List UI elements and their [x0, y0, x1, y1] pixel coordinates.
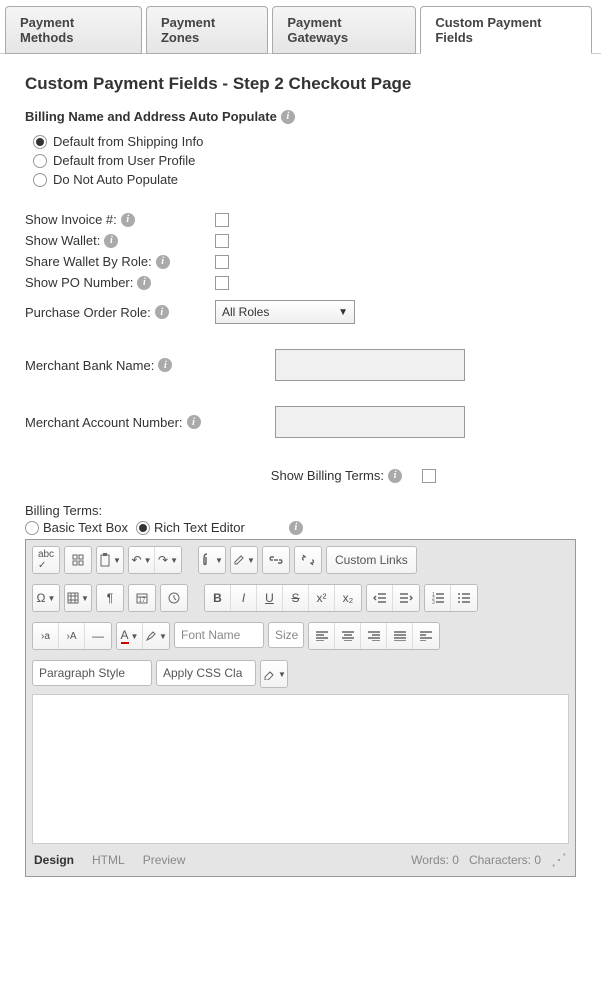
info-icon[interactable]: i [289, 521, 303, 535]
paragraph-style-input[interactable]: Paragraph Style [32, 660, 152, 686]
po-role-label: Purchase Order Role: [25, 305, 151, 320]
omega-icon[interactable]: Ω▼ [33, 585, 59, 611]
font-color-icon[interactable]: A▼ [117, 623, 143, 649]
show-wallet-label: Show Wallet: [25, 233, 100, 248]
editor-content[interactable] [32, 694, 569, 844]
show-invoice-checkbox[interactable] [215, 213, 229, 227]
paste-icon[interactable]: ▼ [97, 547, 123, 573]
strike-icon[interactable]: S [283, 585, 309, 611]
find-icon[interactable] [65, 547, 91, 573]
italic-icon[interactable]: I [231, 585, 257, 611]
paragraph-icon[interactable]: ¶ [97, 585, 123, 611]
resize-grip-icon[interactable]: ⋰ [551, 850, 567, 870]
editor-tab-preview[interactable]: Preview [143, 853, 186, 867]
page-title: Custom Payment Fields - Step 2 Checkout … [25, 74, 576, 94]
radio-rich-text-label: Rich Text Editor [154, 520, 245, 535]
custom-links-button[interactable]: Custom Links [327, 547, 416, 573]
tab-custom-payment-fields[interactable]: Custom Payment Fields [420, 6, 592, 54]
bold-icon[interactable]: B [205, 585, 231, 611]
svg-text:3: 3 [432, 600, 435, 604]
merchant-bank-input[interactable] [275, 349, 465, 381]
tabs: Payment Methods Payment Zones Payment Ga… [0, 0, 601, 54]
word-count: Words: 0 [411, 853, 459, 867]
link-icon[interactable] [263, 547, 289, 573]
underline-icon[interactable]: U [257, 585, 283, 611]
attach-icon[interactable]: ▼ [199, 547, 225, 573]
font-size-input[interactable]: Size [268, 622, 304, 648]
radio-none[interactable] [33, 173, 47, 187]
info-icon[interactable]: i [187, 415, 201, 429]
redo-icon[interactable]: ↷▼ [155, 547, 181, 573]
editor-tab-html[interactable]: HTML [92, 853, 125, 867]
info-icon[interactable]: i [281, 110, 295, 124]
billing-terms-label: Billing Terms: [25, 503, 576, 518]
tab-payment-gateways[interactable]: Payment Gateways [272, 6, 416, 54]
tab-payment-zones[interactable]: Payment Zones [146, 6, 268, 54]
info-icon[interactable]: i [104, 234, 118, 248]
align-justify-icon[interactable] [387, 623, 413, 649]
clock-icon[interactable] [161, 585, 187, 611]
show-invoice-label: Show Invoice #: [25, 212, 117, 227]
show-po-checkbox[interactable] [215, 276, 229, 290]
font-name-input[interactable]: Font Name [174, 622, 264, 648]
info-icon[interactable]: i [121, 213, 135, 227]
align-left-icon[interactable] [309, 623, 335, 649]
spellcheck-icon[interactable]: abc✓ [33, 547, 59, 573]
po-role-value: All Roles [222, 305, 269, 319]
unordered-list-icon[interactable] [451, 585, 477, 611]
radio-basic-text-label: Basic Text Box [43, 520, 128, 535]
apply-css-input[interactable]: Apply CSS Cla [156, 660, 256, 686]
radio-basic-text[interactable] [25, 521, 39, 535]
chevron-down-icon: ▼ [338, 307, 348, 318]
ordered-list-icon[interactable]: 123 [425, 585, 451, 611]
indent-icon[interactable] [393, 585, 419, 611]
svg-text:17: 17 [139, 598, 146, 604]
align-right-icon[interactable] [361, 623, 387, 649]
show-po-label: Show PO Number: [25, 275, 133, 290]
char-count: Characters: 0 [469, 853, 541, 867]
edit-icon[interactable]: ▼ [231, 547, 257, 573]
outdent-icon[interactable] [367, 585, 393, 611]
info-icon[interactable]: i [388, 469, 402, 483]
radio-profile-label: Default from User Profile [53, 153, 195, 168]
tab-payment-methods[interactable]: Payment Methods [5, 6, 142, 54]
radio-none-label: Do Not Auto Populate [53, 172, 178, 187]
merchant-account-input[interactable] [275, 406, 465, 438]
align-center-icon[interactable] [335, 623, 361, 649]
po-role-select[interactable]: All Roles ▼ [215, 300, 355, 324]
align-none-icon[interactable] [413, 623, 439, 649]
superscript-icon[interactable]: x² [309, 585, 335, 611]
table-icon[interactable]: ▼ [65, 585, 91, 611]
share-wallet-label: Share Wallet By Role: [25, 254, 152, 269]
show-billing-terms-checkbox[interactable] [422, 469, 436, 483]
editor-tab-design[interactable]: Design [34, 853, 74, 867]
unlink-icon[interactable] [295, 547, 321, 573]
editor-toolbar: abc✓ ▼ ↶▼ ↷▼ ▼ ▼ Custom Links Ω▼ ▼ ¶ 17 [26, 540, 575, 694]
radio-shipping[interactable] [33, 135, 47, 149]
radio-shipping-label: Default from Shipping Info [53, 134, 203, 149]
radio-rich-text[interactable] [136, 521, 150, 535]
merchant-bank-label: Merchant Bank Name: [25, 358, 154, 373]
rtl-icon[interactable]: ›A [59, 623, 85, 649]
highlight-icon[interactable]: ▼ [143, 623, 169, 649]
autopop-radio-group: Default from Shipping Info Default from … [25, 134, 576, 187]
share-wallet-checkbox[interactable] [215, 255, 229, 269]
ltr-icon[interactable]: ›a [33, 623, 59, 649]
undo-icon[interactable]: ↶▼ [129, 547, 155, 573]
merchant-account-label: Merchant Account Number: [25, 415, 183, 430]
hr-icon[interactable]: — [85, 623, 111, 649]
autopop-title: Billing Name and Address Auto Populate [25, 109, 277, 124]
subscript-icon[interactable]: x₂ [335, 585, 361, 611]
show-wallet-checkbox[interactable] [215, 234, 229, 248]
eraser-icon[interactable]: ▼ [261, 661, 287, 687]
calendar-icon[interactable]: 17 [129, 585, 155, 611]
info-icon[interactable]: i [156, 255, 170, 269]
info-icon[interactable]: i [158, 358, 172, 372]
rich-text-editor: abc✓ ▼ ↶▼ ↷▼ ▼ ▼ Custom Links Ω▼ ▼ ¶ 17 [25, 539, 576, 877]
radio-profile[interactable] [33, 154, 47, 168]
info-icon[interactable]: i [155, 305, 169, 319]
info-icon[interactable]: i [137, 276, 151, 290]
show-billing-terms-label: Show Billing Terms: [271, 468, 384, 483]
